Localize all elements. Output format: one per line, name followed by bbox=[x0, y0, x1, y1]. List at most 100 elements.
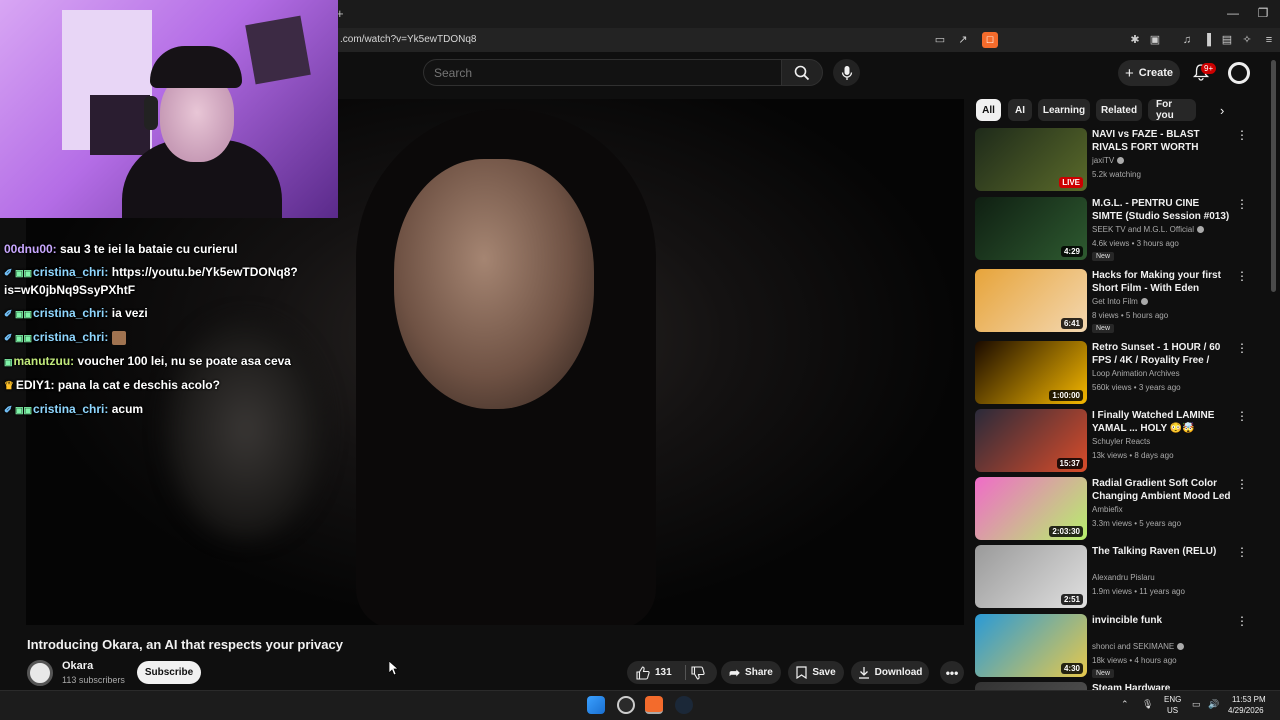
chip-all[interactable]: All bbox=[976, 99, 1001, 121]
recommended-video-title[interactable]: NAVI vs FAZE - BLAST RIVALS FORT WORTH 1… bbox=[1092, 128, 1232, 155]
search-button[interactable] bbox=[781, 59, 823, 86]
extensions-icon[interactable]: ✱ bbox=[1128, 33, 1142, 47]
more-options-icon[interactable]: ⋮ bbox=[1235, 545, 1249, 559]
chip-ai[interactable]: AI bbox=[1008, 99, 1032, 121]
recommended-video-title[interactable]: I Finally Watched LAMINE YAMAL ... HOLY … bbox=[1092, 409, 1232, 435]
download-button[interactable]: Download bbox=[851, 661, 929, 684]
more-actions-button[interactable]: ••• bbox=[940, 661, 964, 684]
recommended-video[interactable]: 1:00:00 Retro Sunset - 1 HOUR / 60 FPS / … bbox=[975, 341, 1270, 407]
language-indicator[interactable]: ENG bbox=[1164, 695, 1181, 704]
recommended-channel[interactable]: jaxiTV bbox=[1092, 156, 1125, 165]
tray-chevron-icon[interactable]: ⌃ bbox=[1121, 699, 1129, 710]
chat-username[interactable]: manutzuu: bbox=[14, 354, 75, 368]
search-box[interactable] bbox=[423, 59, 781, 86]
video-thumbnail[interactable]: LIVE bbox=[975, 128, 1087, 191]
recommended-video[interactable]: 4:29 M.G.L. - PENTRU CINE SIMTE (Studio S… bbox=[975, 197, 1270, 263]
page-scrollbar[interactable] bbox=[1271, 60, 1276, 292]
subscribe-button[interactable]: Subscribe bbox=[137, 661, 201, 684]
recommended-video-title[interactable]: Radial Gradient Soft Color Changing Ambi… bbox=[1092, 477, 1232, 504]
more-options-icon[interactable]: ⋮ bbox=[1235, 341, 1249, 355]
recommended-video[interactable]: 2:51 The Talking Raven (RELU) Alexandru Pi… bbox=[975, 545, 1270, 611]
search-input[interactable] bbox=[434, 66, 764, 80]
more-options-icon[interactable]: ⋮ bbox=[1235, 128, 1249, 142]
chat-username[interactable]: cristina_chri: bbox=[33, 402, 108, 416]
recommended-video[interactable]: 6:41 Hacks for Making your first Short Fi… bbox=[975, 269, 1270, 335]
video-thumbnail[interactable]: 1:00:00 bbox=[975, 341, 1087, 404]
channel-avatar[interactable] bbox=[27, 660, 53, 686]
wallet-icon[interactable]: ▤ bbox=[1220, 33, 1234, 47]
recommended-video[interactable]: 2:03:30 Radial Gradient Soft Color Changi… bbox=[975, 477, 1270, 543]
recommended-channel[interactable]: SEEK TV and M.G.L. Official bbox=[1092, 225, 1204, 234]
recommended-channel[interactable]: shonci and SEKIMANE bbox=[1092, 642, 1185, 651]
media-icon[interactable]: ♫ bbox=[1180, 33, 1194, 47]
leo-ai-icon[interactable]: ✧ bbox=[1240, 33, 1254, 47]
chat-message: ✐ ▣▣cristina_chri: bbox=[4, 328, 126, 347]
app-icon[interactable] bbox=[617, 696, 635, 714]
chip-for-you[interactable]: For you bbox=[1148, 99, 1196, 121]
restore-button[interactable]: ❐ bbox=[1248, 6, 1278, 20]
chips-next-arrow-icon[interactable]: › bbox=[1220, 103, 1224, 118]
tray-microphone-icon[interactable]: 🎙 bbox=[1142, 699, 1153, 710]
recommended-video-title[interactable]: M.G.L. - PENTRU CINE SIMTE (Studio Sessi… bbox=[1092, 197, 1232, 223]
brave-browser-icon[interactable] bbox=[645, 696, 663, 714]
recommended-video[interactable]: LIVE NAVI vs FAZE - BLAST RIVALS FORT WOR… bbox=[975, 128, 1270, 194]
chat-username[interactable]: cristina_chri: bbox=[33, 265, 108, 279]
recommended-video[interactable]: 15:37 I Finally Watched LAMINE YAMAL ... … bbox=[975, 409, 1270, 475]
sidebar-icon[interactable]: ▐ bbox=[1200, 33, 1214, 47]
recommended-video[interactable]: Steam Hardware bbox=[975, 682, 1270, 690]
recommended-video-title[interactable]: Hacks for Making your first Short Film -… bbox=[1092, 269, 1232, 295]
voice-search-button[interactable] bbox=[833, 59, 860, 86]
profile-avatar[interactable] bbox=[1228, 62, 1250, 84]
cast-icon[interactable]: ▭ bbox=[933, 33, 947, 47]
video-thumbnail[interactable]: 4:29 bbox=[975, 197, 1087, 260]
more-options-icon[interactable]: ⋮ bbox=[1235, 477, 1249, 491]
menu-icon[interactable]: ≡ bbox=[1262, 33, 1276, 47]
more-options-icon[interactable]: ⋮ bbox=[1235, 269, 1249, 283]
recommended-channel[interactable]: Loop Animation Archives bbox=[1092, 369, 1180, 378]
share-button[interactable]: ➦ Share bbox=[721, 661, 781, 684]
channel-name[interactable]: Okara bbox=[62, 660, 93, 672]
recommended-video-title[interactable]: The Talking Raven (RELU) bbox=[1092, 545, 1232, 558]
create-button[interactable]: + Create bbox=[1118, 60, 1180, 86]
more-options-icon[interactable]: ⋮ bbox=[1235, 409, 1249, 423]
windows-start-icon[interactable] bbox=[587, 696, 605, 714]
clock-time[interactable]: 11:53 PM bbox=[1232, 695, 1266, 704]
more-options-icon[interactable]: ⋮ bbox=[1235, 197, 1249, 211]
recommended-channel[interactable]: Schuyler Reacts bbox=[1092, 437, 1150, 446]
tray-display-icon[interactable]: ▭ bbox=[1192, 699, 1201, 710]
new-badge: New bbox=[1092, 324, 1115, 333]
share-page-icon[interactable]: ↗ bbox=[956, 33, 970, 47]
thumbs-down-icon bbox=[691, 666, 705, 680]
save-button[interactable]: Save bbox=[788, 661, 844, 684]
tab-search-icon[interactable]: ▣ bbox=[1148, 33, 1162, 47]
chat-username[interactable]: EDIY1: bbox=[16, 378, 55, 392]
chat-username[interactable]: cristina_chri: bbox=[33, 306, 108, 320]
chat-username[interactable]: cristina_chri: bbox=[33, 330, 108, 344]
url-text[interactable]: .com/watch?v=Yk5ewTDONq8 bbox=[340, 34, 476, 45]
chip-related[interactable]: Related bbox=[1096, 99, 1142, 121]
recommended-video-title[interactable]: Steam Hardware bbox=[1092, 682, 1232, 690]
dislike-button[interactable] bbox=[691, 666, 705, 683]
recommended-video-title[interactable]: Retro Sunset - 1 HOUR / 60 FPS / 4K / Ro… bbox=[1092, 341, 1232, 368]
like-button[interactable]: 131 bbox=[636, 665, 672, 680]
minimize-button[interactable]: — bbox=[1218, 6, 1248, 20]
video-thumbnail[interactable]: 2:51 bbox=[975, 545, 1087, 608]
chat-username[interactable]: 00dnu00: bbox=[4, 242, 57, 256]
chat-emote-icon bbox=[111, 330, 126, 345]
tray-speaker-icon[interactable]: 🔊 bbox=[1208, 699, 1219, 710]
verified-check-icon bbox=[1117, 157, 1125, 165]
chip-learning[interactable]: Learning bbox=[1038, 99, 1090, 121]
recommended-channel[interactable]: Alexandru Pislaru bbox=[1092, 573, 1155, 582]
more-options-icon[interactable]: ⋮ bbox=[1235, 614, 1249, 628]
recommended-channel[interactable]: Ambiefix bbox=[1092, 505, 1123, 514]
video-thumbnail[interactable]: 6:41 bbox=[975, 269, 1087, 332]
recommended-video[interactable]: 4:30 invincible funk shonci and SEKIMANE 18… bbox=[975, 614, 1270, 680]
steam-icon[interactable] bbox=[675, 696, 693, 714]
recommended-video-title[interactable]: invincible funk bbox=[1092, 614, 1232, 627]
video-thumbnail[interactable] bbox=[975, 682, 1087, 690]
video-thumbnail[interactable]: 2:03:30 bbox=[975, 477, 1087, 540]
video-thumbnail[interactable]: 15:37 bbox=[975, 409, 1087, 472]
recommended-channel[interactable]: Get Into Film bbox=[1092, 297, 1148, 306]
brave-shield-icon[interactable]: ☐ bbox=[982, 32, 998, 48]
video-thumbnail[interactable]: 4:30 bbox=[975, 614, 1087, 677]
